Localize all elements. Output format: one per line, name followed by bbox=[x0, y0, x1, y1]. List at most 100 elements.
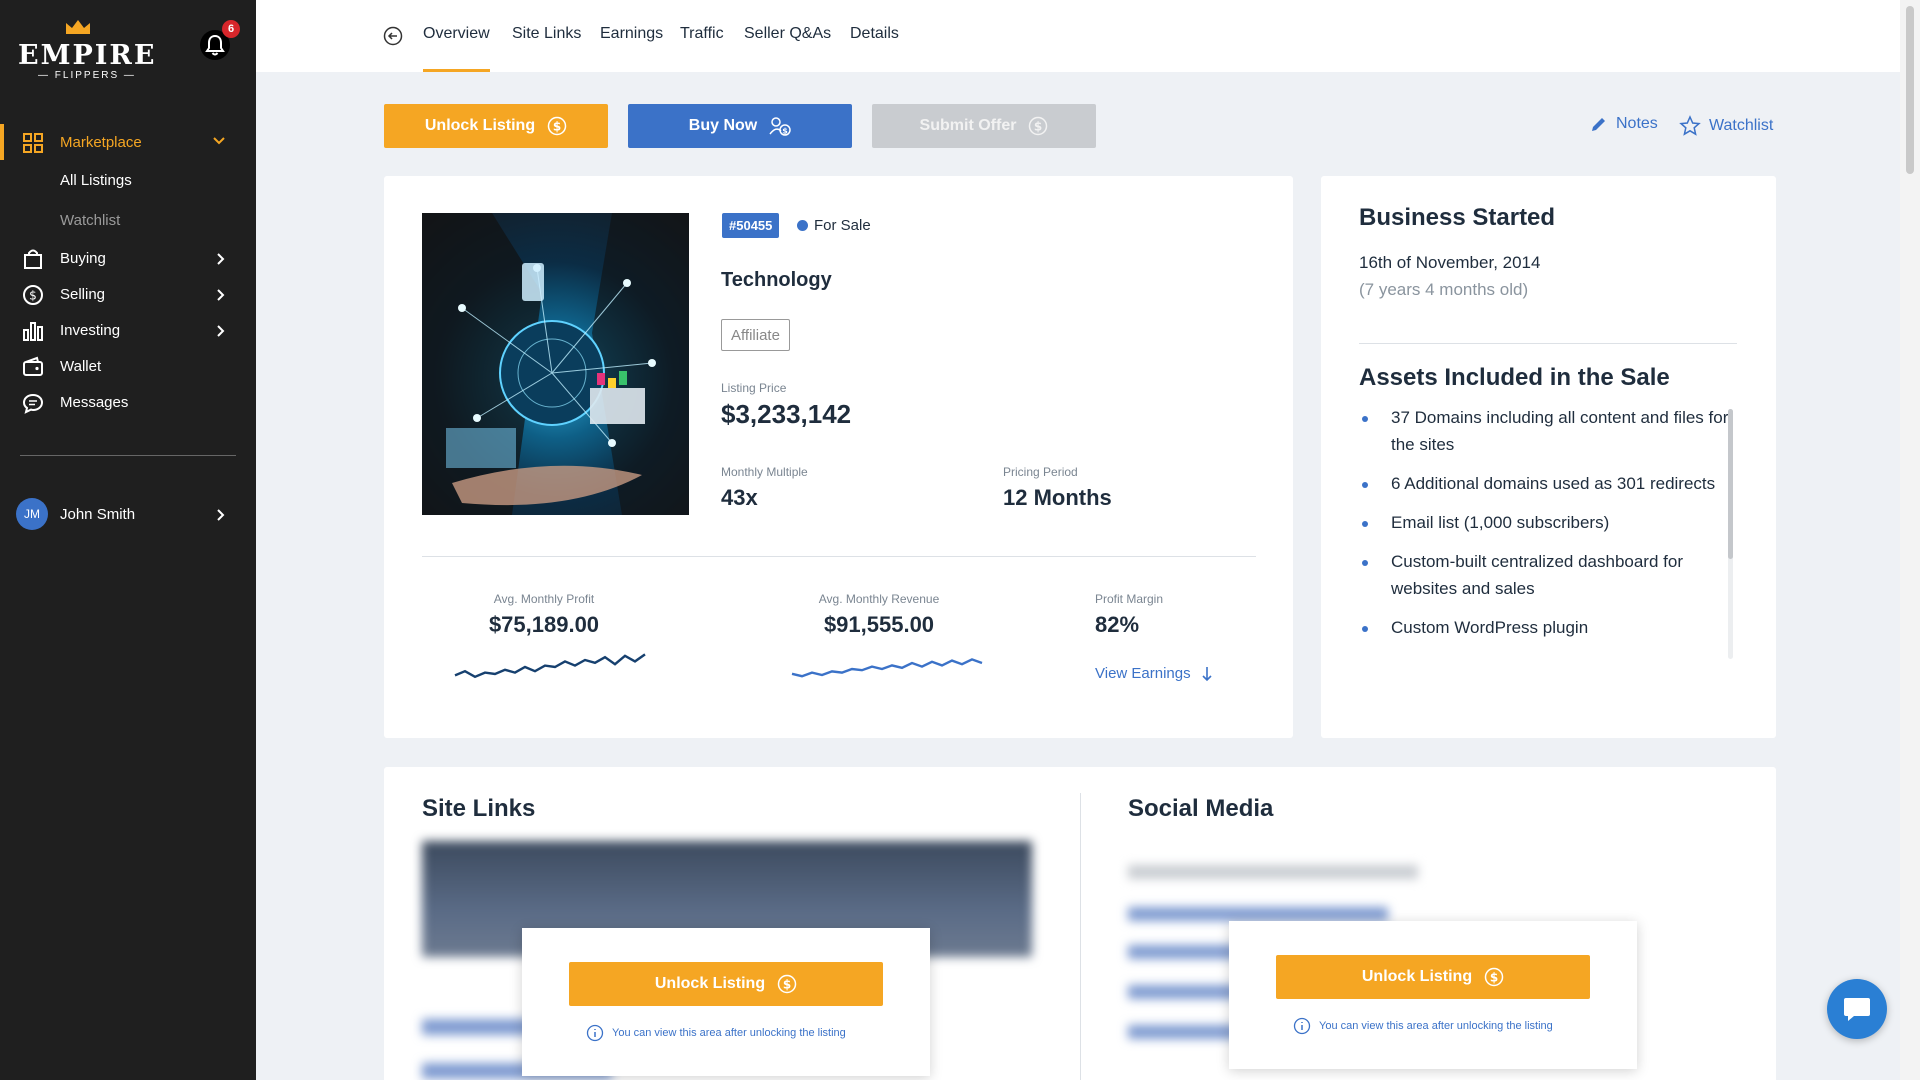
view-earnings-label: View Earnings bbox=[1095, 665, 1191, 682]
view-earnings-link[interactable]: View Earnings bbox=[1095, 665, 1213, 682]
svg-text:$: $ bbox=[29, 289, 37, 303]
assets-title: Assets Included in the Sale bbox=[1359, 364, 1670, 391]
business-started-title: Business Started bbox=[1359, 204, 1556, 231]
business-divider bbox=[1359, 343, 1737, 344]
live-chat-button[interactable] bbox=[1827, 979, 1887, 1039]
dollar-circle-icon: $ bbox=[23, 285, 43, 305]
sidebar-item-selling[interactable]: $ Selling bbox=[0, 276, 256, 312]
sidebar-item-label: Messages bbox=[60, 393, 129, 411]
sidebar: EMPIRE — FLIPPERS — 6 Marketplace All Li… bbox=[0, 0, 256, 1080]
site-links-unlock-button[interactable]: Unlock Listing $ bbox=[569, 962, 883, 1006]
monthly-multiple-label: Monthly Multiple bbox=[721, 465, 808, 479]
dollar-circle-icon: $ bbox=[1029, 116, 1048, 136]
profit-sparkline-path bbox=[454, 653, 646, 679]
chevron-right-icon bbox=[217, 253, 225, 265]
notes-link[interactable]: Notes bbox=[1590, 115, 1658, 133]
listing-price: $3,233,142 bbox=[721, 399, 852, 429]
listing-tab-bar: Overview Site Links Earnings Traffic Sel… bbox=[256, 0, 1900, 72]
avg-monthly-revenue-label: Avg. Monthly Revenue bbox=[818, 592, 940, 606]
lock-note-text: You can view this area after unlocking t… bbox=[1319, 1020, 1553, 1032]
info-icon bbox=[1293, 1017, 1311, 1035]
business-age: (7 years 4 months old) bbox=[1359, 280, 1529, 299]
blurred-link bbox=[1128, 985, 1238, 999]
sidebar-item-messages[interactable]: Messages bbox=[0, 384, 256, 420]
sidebar-item-label: Marketplace bbox=[60, 133, 142, 151]
sidebar-item-marketplace[interactable]: Marketplace bbox=[0, 124, 256, 160]
back-arrow-icon[interactable] bbox=[383, 26, 403, 46]
sidebar-item-label: Selling bbox=[60, 285, 106, 303]
social-media-lock-overlay: Unlock Listing $ You can view this area … bbox=[1229, 921, 1637, 1069]
business-started-date: 16th of November, 2014 bbox=[1359, 253, 1541, 272]
watchlist-label: Watchlist bbox=[1709, 117, 1774, 134]
submit-offer-label: Submit Offer bbox=[919, 117, 1017, 134]
bar-chart-icon bbox=[23, 322, 43, 341]
sidebar-item-wallet[interactable]: Wallet bbox=[0, 348, 256, 384]
star-icon bbox=[1679, 115, 1701, 136]
unlock-listing-label: Unlock Listing bbox=[654, 975, 766, 992]
sidebar-item-buying[interactable]: Buying bbox=[0, 240, 256, 276]
wallet-icon bbox=[23, 356, 43, 376]
tab-details[interactable]: Details bbox=[850, 25, 899, 43]
tab-site-links[interactable]: Site Links bbox=[512, 25, 581, 43]
sidebar-item-investing[interactable]: Investing bbox=[0, 312, 256, 348]
tab-traffic[interactable]: Traffic bbox=[680, 25, 724, 43]
page-scroll-thumb[interactable] bbox=[1906, 6, 1914, 174]
list-item: 37 Domains including all content and fil… bbox=[1359, 404, 1729, 458]
watchlist-link[interactable]: Watchlist bbox=[1679, 115, 1773, 137]
svg-text:$: $ bbox=[782, 127, 788, 136]
buy-now-label: Buy Now bbox=[688, 117, 758, 134]
tab-overview[interactable]: Overview bbox=[423, 25, 490, 72]
avg-monthly-revenue-stat: Avg. Monthly Revenue $91,555.00 bbox=[779, 592, 979, 638]
notes-label: Notes bbox=[1616, 115, 1658, 132]
notifications-button[interactable]: 6 bbox=[200, 20, 240, 60]
profit-margin-stat: Profit Margin 82% bbox=[1095, 592, 1163, 638]
dollar-circle-icon: $ bbox=[547, 116, 567, 136]
tab-earnings[interactable]: Earnings bbox=[600, 25, 663, 43]
revenue-sparkline bbox=[791, 658, 983, 678]
svg-text:$: $ bbox=[1034, 120, 1042, 134]
social-media-title: Social Media bbox=[1128, 795, 1274, 822]
listing-price-label: Listing Price bbox=[721, 381, 787, 395]
buy-now-button[interactable]: Buy Now $ bbox=[628, 104, 852, 148]
chat-bubble-icon bbox=[1844, 998, 1870, 1021]
chevron-down-icon bbox=[213, 137, 225, 145]
status-dot-icon bbox=[797, 220, 808, 231]
column-divider bbox=[1080, 793, 1081, 1080]
listing-niche: Technology bbox=[721, 269, 832, 291]
message-bubble-icon bbox=[22, 393, 44, 414]
list-item: Custom-built centralized dashboard for w… bbox=[1359, 548, 1729, 602]
site-links-lock-overlay: Unlock Listing $ You can view this area … bbox=[522, 928, 930, 1076]
listing-id-badge: #50455 bbox=[722, 213, 780, 238]
profit-sparkline bbox=[454, 653, 646, 679]
site-links-social-card: Site Links Unlock Listing $ You can view… bbox=[384, 767, 1776, 1080]
blurred-link bbox=[1128, 1025, 1238, 1039]
chevron-right-icon bbox=[217, 325, 225, 337]
blurred-link bbox=[1128, 907, 1388, 921]
blurred-text bbox=[1128, 865, 1418, 879]
sidebar-subitem-watchlist[interactable]: Watchlist bbox=[60, 212, 120, 229]
assets-scroll-thumb[interactable] bbox=[1728, 409, 1733, 559]
revenue-sparkline-path bbox=[791, 658, 983, 678]
grid-icon bbox=[23, 133, 43, 153]
svg-text:$: $ bbox=[783, 978, 791, 992]
submit-offer-button[interactable]: Submit Offer $ bbox=[872, 104, 1096, 148]
page-scrollbar[interactable] bbox=[1900, 0, 1920, 1080]
dollar-circle-icon: $ bbox=[777, 974, 797, 994]
tab-seller-qas[interactable]: Seller Q&As bbox=[744, 25, 831, 43]
unlock-listing-label: Unlock Listing bbox=[1361, 968, 1473, 985]
avg-monthly-revenue: $91,555.00 bbox=[823, 612, 935, 637]
crown-icon bbox=[66, 20, 90, 34]
listing-thumbnail-image bbox=[422, 213, 689, 515]
empire-flippers-logo[interactable]: EMPIRE — FLIPPERS — bbox=[18, 18, 154, 84]
user-dollar-icon: $ bbox=[769, 117, 791, 136]
social-unlock-button[interactable]: Unlock Listing $ bbox=[1276, 955, 1590, 999]
lock-note-text: You can view this area after unlocking t… bbox=[612, 1027, 846, 1039]
sidebar-subitem-all-listings[interactable]: All Listings bbox=[60, 172, 132, 189]
unlock-listing-button[interactable]: Unlock Listing $ bbox=[384, 104, 608, 148]
sidebar-item-label: Wallet bbox=[60, 357, 102, 375]
site-links-lock-note: You can view this area after unlocking t… bbox=[586, 1024, 846, 1042]
pricing-period-label: Pricing Period bbox=[1003, 465, 1078, 479]
monetization-tag: Affiliate bbox=[721, 319, 790, 351]
unlock-listing-label: Unlock Listing bbox=[424, 117, 536, 134]
sidebar-item-user-profile[interactable]: John Smith bbox=[0, 496, 256, 532]
